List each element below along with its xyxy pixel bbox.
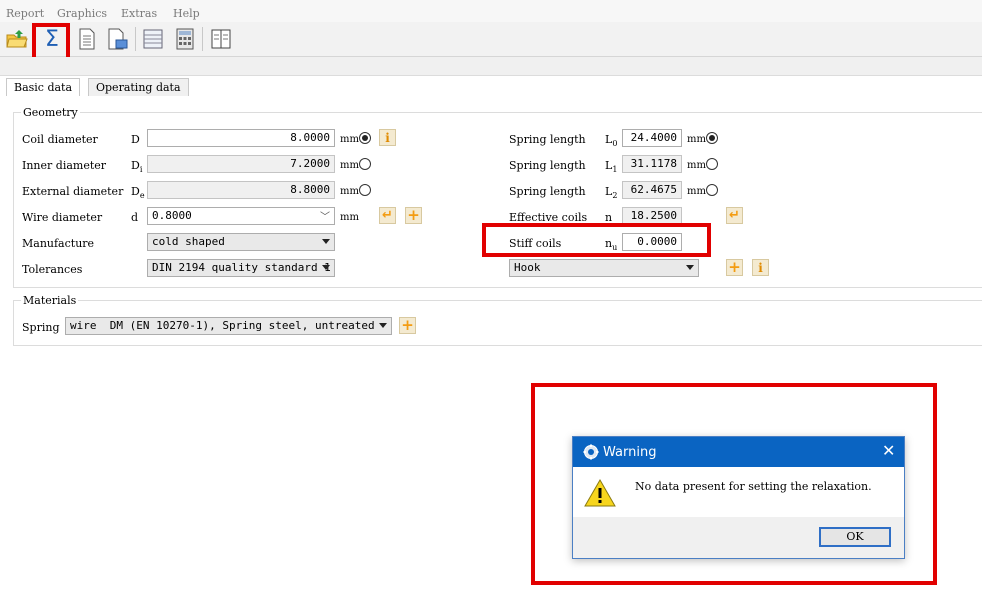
plus-icon: +	[728, 258, 741, 276]
spring-length-1-unit: mm	[687, 160, 706, 171]
dialog-titlebar: Warning ✕	[573, 437, 904, 467]
coil-diameter-info-button[interactable]: i	[379, 129, 396, 146]
spring-length-1-symbol: L1	[605, 159, 618, 175]
tab-basic-data[interactable]: Basic data	[6, 78, 81, 96]
spring-length-0-label: Spring length	[509, 133, 586, 146]
inner-diameter-label: Inner diameter	[22, 159, 107, 172]
warning-icon	[584, 478, 616, 507]
ok-button[interactable]: OK	[819, 527, 891, 547]
manufacture-select[interactable]: cold shaped	[147, 233, 335, 251]
geometry-title: Geometry	[21, 106, 80, 119]
menu-extras[interactable]: Extras	[121, 7, 157, 20]
dropdown-arrow-icon	[686, 265, 694, 270]
menu-graphics[interactable]: Graphics	[57, 7, 107, 20]
toolbar: Σ	[0, 22, 982, 57]
chevron-down-icon: ﹀	[320, 212, 330, 223]
plus-icon: +	[407, 206, 420, 224]
spring-length-1-radio[interactable]	[706, 158, 718, 170]
info-icon: i	[758, 260, 763, 275]
spring-length-0-radio[interactable]	[706, 132, 718, 144]
wire-diameter-value: 0.8000	[152, 209, 192, 222]
calculator-button[interactable]	[172, 25, 198, 53]
spring-material-add-button[interactable]: +	[399, 317, 416, 334]
effective-coils-back-button[interactable]: ↵	[726, 207, 743, 224]
spring-length-2-unit: mm	[687, 186, 706, 197]
end-type-select[interactable]: Hook	[509, 259, 699, 277]
tolerances-label: Tolerances	[22, 263, 83, 276]
dropdown-arrow-icon	[322, 265, 330, 270]
spring-length-2-symbol: L2	[605, 185, 618, 201]
end-type-add-button[interactable]: +	[726, 259, 743, 276]
dialog-title: Warning	[603, 445, 657, 460]
dialog-message: No data present for setting the relaxati…	[635, 480, 872, 493]
coil-diameter-symbol: D	[131, 133, 140, 146]
spring-length-1-field[interactable]: 31.1178	[622, 155, 682, 173]
tab-operating-data[interactable]: Operating data	[88, 78, 189, 96]
spring-length-0-unit: mm	[687, 134, 706, 145]
dialog-footer: OK	[573, 517, 904, 558]
inner-diameter-symbol: Di	[131, 159, 143, 175]
calculator-icon	[176, 28, 194, 50]
return-arrow-icon: ↵	[382, 208, 393, 223]
app-gear-icon	[583, 444, 599, 460]
warning-dialog: Warning ✕ No data present for setting th…	[572, 436, 905, 559]
spring-material-value: wire DM (EN 10270-1), Spring steel, untr…	[70, 319, 375, 332]
dropdown-arrow-icon	[322, 239, 330, 244]
return-arrow-icon: ↵	[729, 208, 740, 223]
wire-diameter-add-button[interactable]: +	[405, 207, 422, 224]
external-diameter-field[interactable]: 8.8000	[147, 181, 335, 199]
spring-material-label: Spring	[22, 321, 60, 334]
inner-diameter-radio[interactable]	[359, 158, 371, 170]
coil-diameter-label: Coil diameter	[22, 133, 98, 146]
wire-diameter-label: Wire diameter	[22, 211, 103, 224]
spring-length-2-label: Spring length	[509, 185, 586, 198]
tolerances-value: DIN 2194 quality standard 1	[152, 261, 331, 274]
manufacture-value: cold shaped	[152, 235, 225, 248]
menu-bar: Report Graphics Extras Help	[0, 0, 982, 22]
external-diameter-unit: mm	[340, 186, 359, 197]
coil-diameter-radio[interactable]	[359, 132, 371, 144]
open-folder-button[interactable]	[4, 25, 30, 53]
document-button[interactable]	[74, 25, 100, 53]
spring-material-select[interactable]: wire DM (EN 10270-1), Spring steel, untr…	[65, 317, 392, 335]
manual-button[interactable]	[208, 25, 234, 53]
open-folder-icon	[6, 30, 28, 48]
close-icon: ✕	[882, 441, 896, 460]
dialog-close-button[interactable]: ✕	[882, 441, 895, 460]
wire-diameter-combo[interactable]: 0.8000 ﹀	[147, 207, 335, 225]
print-preview-icon	[108, 28, 128, 50]
external-diameter-label: External diameter	[22, 185, 124, 198]
menu-help[interactable]: Help	[173, 7, 200, 20]
info-icon: i	[385, 130, 390, 145]
database-button[interactable]	[140, 25, 166, 53]
document-icon	[79, 28, 95, 50]
materials-title: Materials	[21, 294, 79, 307]
spring-length-2-field[interactable]: 62.4675	[622, 181, 682, 199]
end-type-info-button[interactable]: i	[752, 259, 769, 276]
stiff-coils-highlight-box	[482, 223, 711, 257]
end-type-value: Hook	[514, 261, 541, 274]
coil-diameter-unit: mm	[340, 134, 359, 145]
tolerances-select[interactable]: DIN 2194 quality standard 1	[147, 259, 335, 277]
external-diameter-radio[interactable]	[359, 184, 371, 196]
wire-diameter-symbol: d	[131, 211, 139, 224]
menu-report[interactable]: Report	[6, 7, 44, 20]
wire-diameter-back-button[interactable]: ↵	[379, 207, 396, 224]
spring-length-1-label: Spring length	[509, 159, 586, 172]
manufacture-label: Manufacture	[22, 237, 95, 250]
external-diameter-symbol: De	[131, 185, 145, 201]
spring-length-0-field[interactable]: 24.4000	[622, 129, 682, 147]
spring-length-0-symbol: L0	[605, 133, 618, 149]
spring-length-2-radio[interactable]	[706, 184, 718, 196]
inner-diameter-field[interactable]: 7.2000	[147, 155, 335, 173]
wire-diameter-unit: mm	[340, 212, 359, 223]
print-preview-button[interactable]	[105, 25, 131, 53]
inner-diameter-unit: mm	[340, 160, 359, 171]
book-icon	[211, 29, 231, 49]
plus-icon: +	[401, 316, 414, 334]
dropdown-arrow-icon	[379, 323, 387, 328]
coil-diameter-field[interactable]: 8.0000	[147, 129, 335, 147]
database-icon	[143, 29, 163, 49]
